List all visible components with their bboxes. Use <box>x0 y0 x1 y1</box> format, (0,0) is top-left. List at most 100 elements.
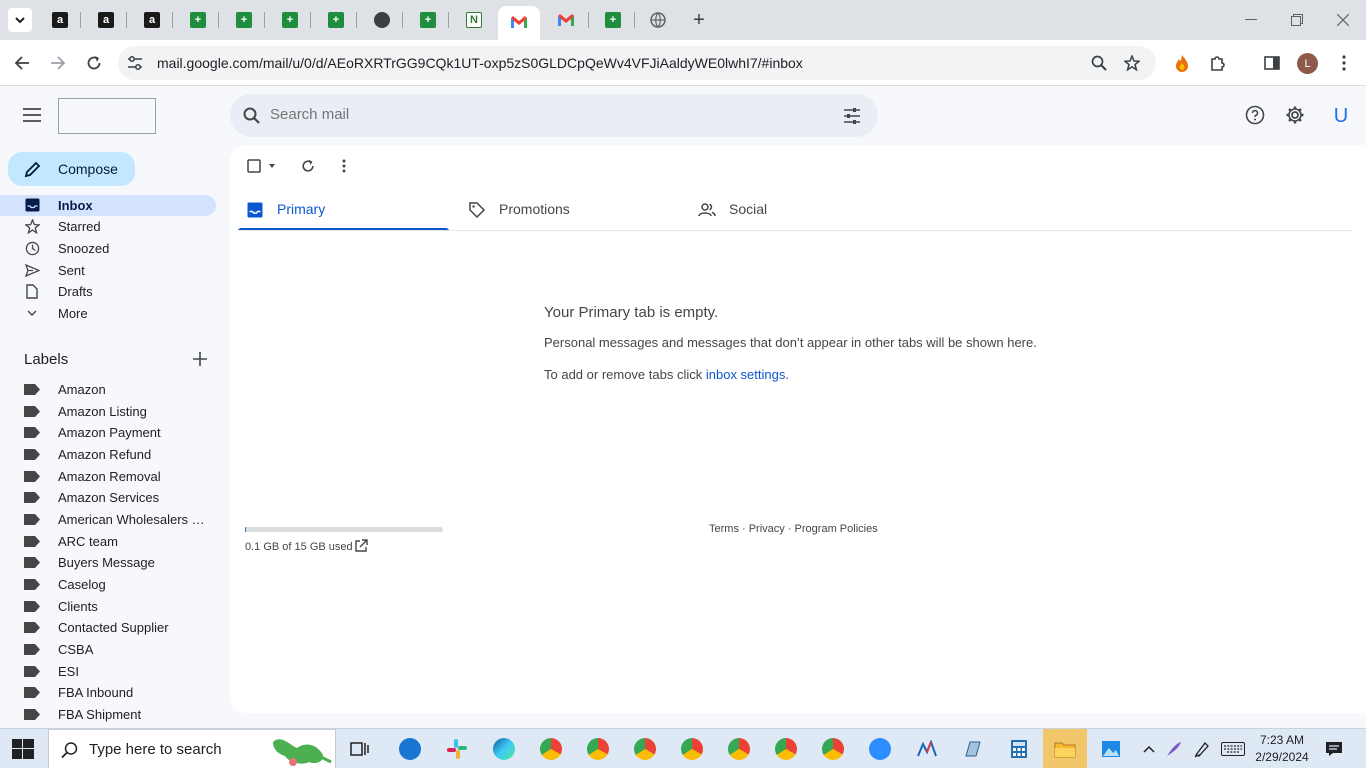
search-icon[interactable] <box>242 106 262 126</box>
search-input[interactable] <box>270 106 830 123</box>
restore-button[interactable] <box>1282 8 1312 32</box>
taskbar-app-calculator[interactable] <box>1005 735 1033 763</box>
refresh-button[interactable] <box>299 157 317 175</box>
taskbar-search-box[interactable]: Type here to search <box>48 729 336 768</box>
taskbar-app-file-explorer[interactable] <box>1051 735 1079 763</box>
tray-ink-button[interactable] <box>1188 735 1216 763</box>
search-options-icon[interactable] <box>842 106 862 126</box>
new-tab-button[interactable]: + <box>688 8 710 32</box>
nav-label: Drafts <box>58 284 93 299</box>
tab-sheets-6[interactable]: + <box>600 8 626 32</box>
tab-primary[interactable]: Primary <box>238 193 449 231</box>
taskbar-app-photos[interactable] <box>1097 735 1125 763</box>
tab-sheets-3[interactable]: + <box>277 8 303 32</box>
label-item[interactable]: Amazon Refund <box>0 444 216 465</box>
close-window-button[interactable] <box>1328 8 1358 32</box>
back-button[interactable] <box>8 49 36 77</box>
task-view-button[interactable] <box>346 735 374 763</box>
tab-amazon-1[interactable]: a <box>47 8 73 32</box>
forward-button[interactable] <box>44 49 72 77</box>
settings-button[interactable] <box>1283 103 1307 127</box>
inbox-settings-link[interactable]: inbox settings <box>706 367 786 382</box>
tab-green-logo[interactable]: N <box>461 8 487 32</box>
account-avatar[interactable]: U <box>1326 101 1356 131</box>
taskbar-clock[interactable]: 7:23 AM 2/29/2024 <box>1252 732 1312 766</box>
taskbar-app-slack[interactable] <box>443 735 471 763</box>
send-icon <box>24 262 40 278</box>
label-item[interactable]: Amazon Payment <box>0 422 216 443</box>
tab-sheets-2[interactable]: + <box>231 8 257 32</box>
tab-amazon-3[interactable]: a <box>139 8 165 32</box>
extension-fire-button[interactable] <box>1168 49 1196 77</box>
open-in-new-icon[interactable] <box>354 539 368 553</box>
browser-menu-button[interactable] <box>1330 49 1358 77</box>
notifications-button[interactable] <box>1320 735 1348 763</box>
label-item[interactable]: CSBA <box>0 639 216 660</box>
zoom-icon[interactable] <box>1089 53 1109 73</box>
more-actions-button[interactable] <box>336 157 352 175</box>
label-item[interactable]: Contacted Supplier <box>0 617 216 638</box>
label-item[interactable]: FBA Inbound <box>0 682 216 703</box>
gmail-logo-placeholder[interactable] <box>58 98 156 134</box>
taskbar-app-chrome-1[interactable] <box>537 735 565 763</box>
tab-gmail-2[interactable] <box>553 8 579 32</box>
label-item[interactable]: Amazon Services <box>0 487 216 508</box>
label-item[interactable]: ESI <box>0 661 216 682</box>
label-item[interactable]: Amazon Listing <box>0 401 216 422</box>
create-label-button[interactable] <box>190 349 210 369</box>
taskbar-app-chrome-5[interactable] <box>725 735 753 763</box>
taskbar-app-chrome-3[interactable] <box>631 735 659 763</box>
nav-item-more[interactable]: More <box>0 303 216 324</box>
nav-item-snoozed[interactable]: Snoozed <box>0 238 216 259</box>
taskbar-app-chrome-6[interactable] <box>772 735 800 763</box>
nav-item-sent[interactable]: Sent <box>0 260 216 281</box>
footer-links[interactable]: Terms · Privacy · Program Policies <box>709 523 878 535</box>
nav-item-inbox[interactable]: Inbox <box>0 195 216 216</box>
tray-pen-button[interactable] <box>1160 735 1188 763</box>
tab-gmail-active[interactable] <box>498 6 540 40</box>
main-menu-button[interactable] <box>18 101 46 129</box>
taskbar-app-edge-dev[interactable] <box>396 735 424 763</box>
label-item[interactable]: FBA Shipment <box>0 704 216 725</box>
nav-item-starred[interactable]: Starred <box>0 216 216 237</box>
label-item[interactable]: Amazon <box>0 379 216 400</box>
reload-button[interactable] <box>80 49 108 77</box>
taskbar-app-chart[interactable] <box>913 735 941 763</box>
label-item[interactable]: Caselog <box>0 574 216 595</box>
url-text[interactable]: mail.google.com/mail/u/0/d/AEoRXRTrGG9CQ… <box>157 55 803 71</box>
tab-globe-1[interactable] <box>369 8 395 32</box>
support-button[interactable] <box>1243 103 1267 127</box>
minimize-button[interactable] <box>1236 8 1266 32</box>
tab-amazon-2[interactable]: a <box>93 8 119 32</box>
side-panel-button[interactable] <box>1258 49 1286 77</box>
windows-start-icon[interactable] <box>12 739 34 759</box>
label-item[interactable]: Buyers Message <box>0 552 216 573</box>
tab-sheets-1[interactable]: + <box>185 8 211 32</box>
address-bar[interactable]: mail.google.com/mail/u/0/d/AEoRXRTrGG9CQ… <box>118 46 1156 80</box>
browser-profile-avatar[interactable]: L <box>1297 53 1318 74</box>
tab-sheets-5[interactable]: + <box>415 8 441 32</box>
label-item[interactable]: Amazon Removal <box>0 466 216 487</box>
taskbar-app-zoom[interactable] <box>866 735 894 763</box>
taskbar-app-notes[interactable] <box>959 735 987 763</box>
taskbar-app-chrome-2[interactable] <box>584 735 612 763</box>
tab-sheets-4[interactable]: + <box>323 8 349 32</box>
label-item[interactable]: ARC team <box>0 531 216 552</box>
select-all-checkbox[interactable] <box>246 158 278 174</box>
taskbar-app-chrome-7[interactable] <box>819 735 847 763</box>
site-info-icon[interactable] <box>126 54 144 72</box>
tray-overflow-button[interactable] <box>1135 735 1163 763</box>
tab-social[interactable]: Social <box>690 193 910 231</box>
label-item[interactable]: American Wholesalers L... <box>0 509 216 530</box>
tab-search-button[interactable] <box>8 8 32 32</box>
tab-globe-2[interactable] <box>645 8 671 32</box>
tab-promotions[interactable]: Promotions <box>460 193 680 231</box>
tray-keyboard-button[interactable] <box>1219 735 1247 763</box>
taskbar-app-edge[interactable] <box>490 735 518 763</box>
bookmark-star-icon[interactable] <box>1122 53 1142 73</box>
compose-button[interactable]: Compose <box>8 152 135 186</box>
label-item[interactable]: Clients <box>0 596 216 617</box>
nav-item-drafts[interactable]: Drafts <box>0 281 216 302</box>
extensions-button[interactable] <box>1204 49 1232 77</box>
taskbar-app-chrome-4[interactable] <box>678 735 706 763</box>
